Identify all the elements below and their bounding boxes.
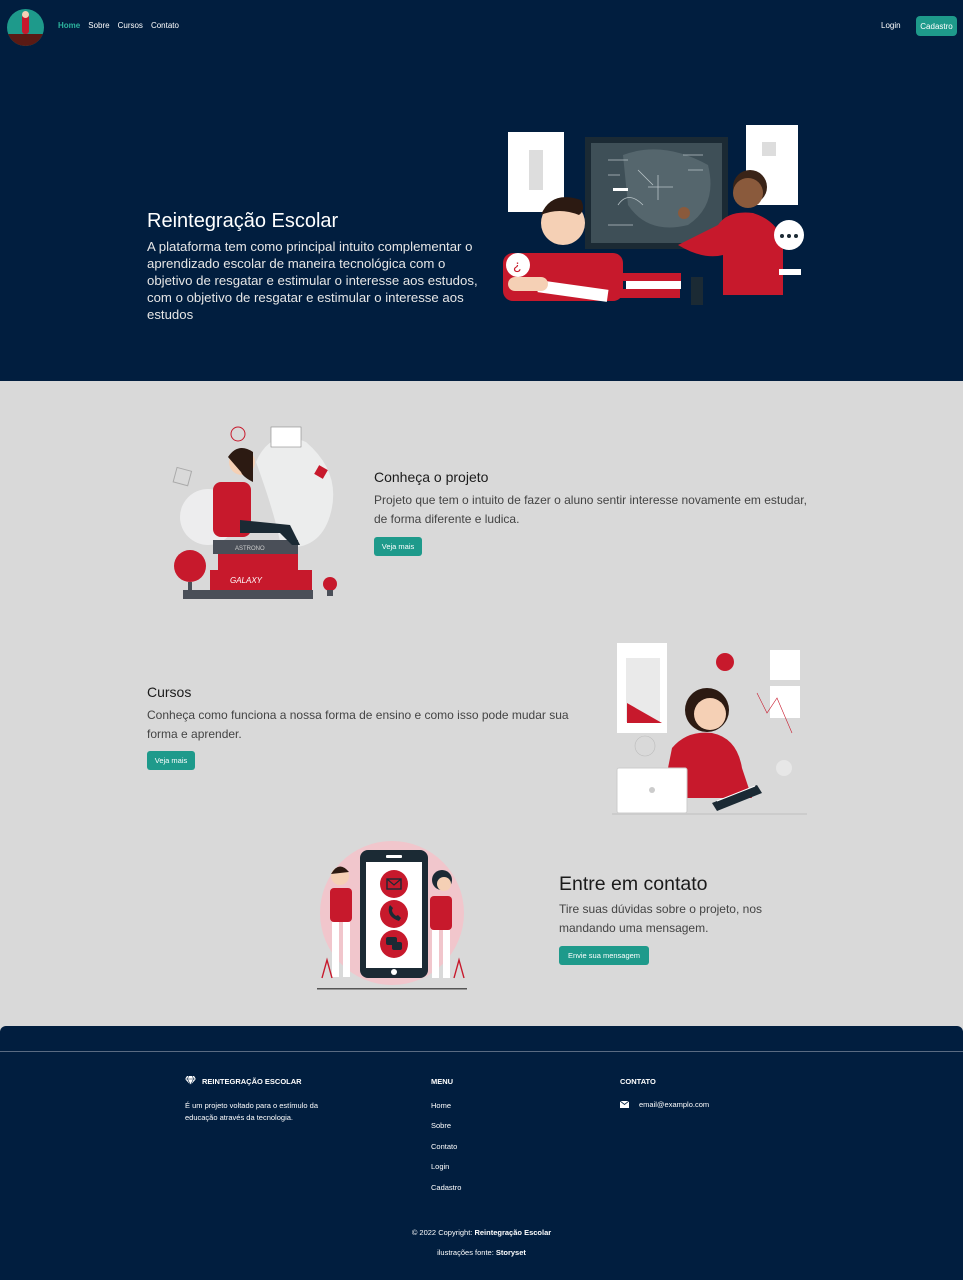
- hero-section: Reintegração Escolar A plataforma tem co…: [0, 52, 963, 381]
- nav-cursos[interactable]: Cursos: [118, 21, 143, 30]
- footer-brand: REINTEGRAÇÃO ESCOLAR: [202, 1077, 302, 1086]
- svg-text:¿: ¿: [513, 257, 522, 273]
- envelope-icon: [620, 1101, 629, 1108]
- hero-title: Reintegração Escolar: [147, 210, 339, 232]
- book-label-galaxy: GALAXY: [230, 576, 263, 585]
- source-name[interactable]: Storyset: [496, 1248, 526, 1257]
- footer-contact-title: CONTATO: [620, 1077, 656, 1086]
- contact-title: Entre em contato: [559, 873, 708, 895]
- footer: REINTEGRAÇÃO ESCOLAR É um projeto voltad…: [0, 1026, 963, 1280]
- register-button[interactable]: Cadastro: [916, 16, 957, 36]
- courses-title: Cursos: [147, 684, 192, 700]
- project-text: Projeto que tem o intuito de fazer o alu…: [374, 493, 807, 526]
- copyright-prefix: © 2022 Copyright:: [411, 1228, 475, 1237]
- project-title: Conheça o projeto: [374, 469, 489, 485]
- courses-text: Conheça como funciona a nossa forma de e…: [147, 708, 569, 741]
- footer-link-sobre[interactable]: Sobre: [431, 1121, 451, 1130]
- source-prefix: ilustrações fonte:: [437, 1248, 496, 1257]
- mail-icon: [380, 870, 408, 898]
- contact-text: Tire suas dúvidas sobre o projeto, nos m…: [559, 902, 762, 935]
- classroom-illustration: ¿: [503, 125, 804, 305]
- copyright: © 2022 Copyright: Reintegração Escolar: [0, 1228, 963, 1237]
- footer-link-contato[interactable]: Contato: [431, 1142, 457, 1151]
- copyright-name[interactable]: Reintegração Escolar: [474, 1228, 551, 1237]
- hero-text: A plataforma tem como principal intuito …: [147, 239, 478, 322]
- footer-menu-title: MENU: [431, 1077, 454, 1086]
- footer-link-home[interactable]: Home: [431, 1101, 451, 1110]
- project-more-button[interactable]: Veja mais: [374, 537, 422, 556]
- courses-illustration: [612, 643, 807, 815]
- send-message-button[interactable]: Envie sua mensagem: [559, 946, 649, 965]
- footer-email[interactable]: email@examplo.com: [639, 1100, 709, 1109]
- nav-links: Home Sobre Cursos Contato: [58, 21, 179, 30]
- footer-brand-text: É um projeto voltado para o estímulo da …: [185, 1101, 318, 1122]
- project-illustration: ASTRONO GALAXY: [172, 426, 337, 599]
- courses-more-button[interactable]: Veja mais: [147, 751, 195, 770]
- phone-icon: [380, 900, 408, 928]
- nav-contato[interactable]: Contato: [151, 21, 179, 30]
- logo-icon[interactable]: [7, 9, 44, 46]
- nav-home[interactable]: Home: [58, 21, 80, 30]
- footer-link-cadastro[interactable]: Cadastro: [431, 1183, 461, 1192]
- gem-icon: [185, 1076, 196, 1085]
- login-link[interactable]: Login: [881, 21, 901, 30]
- navbar: Home Sobre Cursos Contato Login Cadastro: [0, 0, 963, 52]
- book-label-astrono: ASTRONO: [235, 546, 265, 552]
- footer-link-login[interactable]: Login: [431, 1162, 449, 1171]
- illustration-source: ilustrações fonte: Storyset: [0, 1248, 963, 1257]
- contact-illustration: [317, 841, 467, 990]
- footer-divider: [0, 1051, 963, 1052]
- nav-sobre[interactable]: Sobre: [88, 21, 109, 30]
